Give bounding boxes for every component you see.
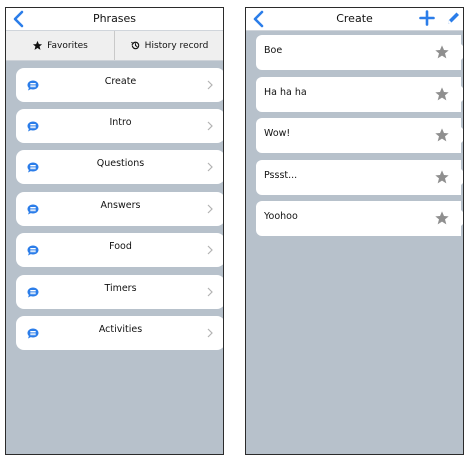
tab-history-record[interactable]: History record: [114, 31, 223, 60]
category-row-food[interactable]: Food: [16, 233, 223, 267]
phrase-text: Ha ha ha: [264, 87, 307, 98]
chevron-right-icon: [207, 245, 213, 255]
top-bar: Phrases: [6, 8, 223, 31]
favorite-star-icon[interactable]: [434, 210, 450, 226]
tab-bar: Favorites History record: [6, 31, 223, 61]
favorite-star-icon[interactable]: [434, 127, 450, 143]
category-row-create[interactable]: Create: [16, 68, 223, 102]
phrase-text: Boe: [264, 45, 283, 56]
category-label: Questions: [96, 158, 145, 169]
top-bar: Create: [246, 8, 463, 31]
row-pointer: [461, 127, 463, 143]
chevron-right-icon: [207, 121, 213, 131]
category-row-questions[interactable]: Questions: [16, 150, 223, 184]
create-screen: Create Boe Ha ha ha Wow! Pssst... Yoohoo: [245, 7, 464, 455]
chevron-right-icon: [207, 287, 213, 297]
edit-pencil-icon[interactable]: [446, 10, 460, 26]
history-icon: [130, 41, 139, 50]
chevron-right-icon: [207, 162, 213, 172]
page-title: Phrases: [92, 12, 137, 25]
category-row-answers[interactable]: Answers: [16, 192, 223, 226]
row-pointer: [461, 86, 463, 102]
category-row-activities[interactable]: Activities: [16, 316, 223, 350]
category-label: Create: [104, 76, 137, 87]
phrases-screen: Phrases Favorites History record Create: [5, 7, 224, 455]
category-label: Answers: [100, 200, 141, 211]
phrase-text: Wow!: [264, 128, 291, 139]
phrase-row[interactable]: Pssst...: [256, 160, 463, 195]
phrase-row[interactable]: Boe: [256, 35, 463, 70]
phrase-row[interactable]: Wow!: [256, 118, 463, 153]
favorite-star-icon[interactable]: [434, 44, 450, 60]
star-icon: [33, 40, 43, 50]
category-label: Intro: [109, 117, 132, 128]
row-pointer: [461, 44, 463, 60]
favorite-star-icon[interactable]: [434, 169, 450, 185]
chevron-right-icon: [207, 328, 213, 338]
phrase-text: Yoohoo: [264, 211, 298, 222]
row-pointer: [461, 210, 463, 226]
category-label: Activities: [98, 324, 143, 335]
category-label: Timers: [104, 283, 137, 294]
category-row-intro[interactable]: Intro: [16, 109, 223, 143]
chevron-right-icon: [207, 80, 213, 90]
phrase-row[interactable]: Yoohoo: [256, 201, 463, 236]
tab-favorites[interactable]: Favorites: [6, 31, 114, 60]
row-pointer: [461, 169, 463, 185]
category-label: Food: [109, 241, 132, 252]
chevron-right-icon: [207, 204, 213, 214]
tab-favorites-label: Favorites: [47, 40, 88, 51]
add-icon[interactable]: [419, 10, 435, 26]
tab-history-label: History record: [144, 40, 209, 51]
favorite-star-icon[interactable]: [434, 86, 450, 102]
phrase-row[interactable]: Ha ha ha: [256, 77, 463, 112]
phrase-text: Pssst...: [264, 170, 298, 181]
category-row-timers[interactable]: Timers: [16, 275, 223, 309]
